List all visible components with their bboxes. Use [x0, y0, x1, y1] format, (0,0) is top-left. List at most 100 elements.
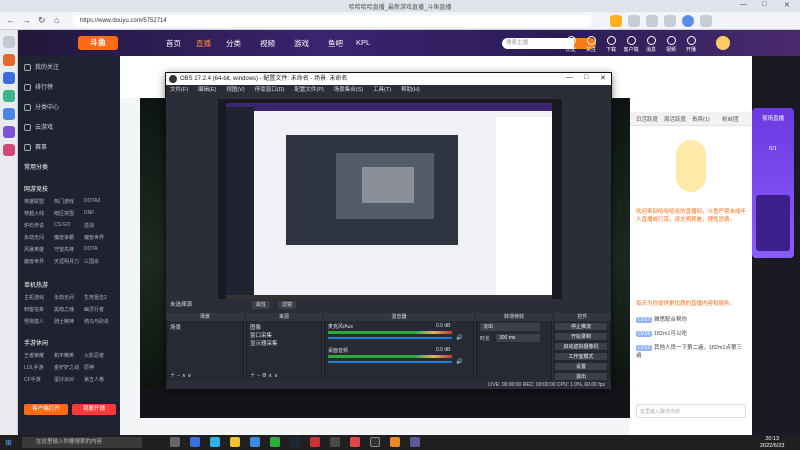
obs-maximize-button[interactable]: □	[584, 74, 588, 81]
category-link[interactable]: 生死狙击2	[84, 294, 114, 301]
browser-tab-title[interactable]: 哈哈哈哈直播_最新游戏直播_斗鱼直播	[0, 2, 800, 11]
category-link[interactable]: 骑士精神	[54, 318, 84, 325]
history-button[interactable]: 历史	[562, 36, 580, 53]
sidebar-office-icon[interactable]	[3, 108, 15, 120]
category-link[interactable]: 怪物猎人	[24, 318, 54, 325]
tab-weekly[interactable]: 周活跃度	[664, 115, 686, 123]
category-link[interactable]: 炉石传说	[24, 222, 54, 229]
store-icon[interactable]	[250, 437, 260, 447]
start-record-button[interactable]: 开始录制	[554, 332, 608, 341]
category-link[interactable]: DOTA2	[84, 198, 114, 205]
category-link[interactable]: DNF	[84, 210, 114, 217]
category-link[interactable]: DOTA	[84, 246, 114, 253]
category-link[interactable]: 金铲铲之战	[54, 364, 84, 371]
avatar[interactable]	[716, 36, 730, 50]
category-link[interactable]: 魔兽争霸	[54, 234, 84, 241]
edge-icon[interactable]	[210, 437, 220, 447]
obs-minimize-button[interactable]: —	[566, 74, 573, 81]
category-link[interactable]: 热门游戏	[54, 198, 84, 205]
menu-file[interactable]: 文件(F)	[170, 87, 188, 93]
virtual-camera-button[interactable]: 启动虚拟摄像机	[554, 342, 608, 351]
app-icon[interactable]	[330, 437, 340, 447]
exit-button[interactable]: 退出	[554, 372, 608, 381]
profile-icon[interactable]	[682, 15, 694, 27]
maximize-button[interactable]: □	[762, 1, 766, 8]
category-link[interactable]: 三国杀	[84, 258, 114, 265]
menu-docks[interactable]: 停靠窗口(D)	[255, 87, 285, 93]
category-link[interactable]: 守望先锋	[54, 246, 84, 253]
sidebar-item-follow[interactable]: 我的关注	[24, 62, 59, 71]
tab-daily[interactable]: 日活跃度	[636, 115, 658, 123]
refresh-icon[interactable]: ↻	[38, 15, 46, 26]
category-link[interactable]: 幽灵行者	[84, 306, 114, 313]
sidebar-item-rank[interactable]: 排行榜	[24, 82, 53, 91]
filters-button[interactable]: 滤镜	[278, 301, 297, 309]
mixer-volume-slider[interactable]	[328, 337, 452, 339]
back-icon[interactable]: ←	[6, 15, 15, 25]
client-button[interactable]: 客户端	[622, 36, 640, 53]
category-link[interactable]: 原神	[84, 364, 114, 371]
sidebar-search-icon[interactable]	[3, 36, 15, 48]
sidebar-item-cloudgame[interactable]: 云游戏	[24, 122, 53, 131]
follow-button[interactable]: 关注	[582, 36, 600, 53]
sidebar-add-icon[interactable]	[3, 144, 15, 156]
collections-icon[interactable]	[646, 15, 658, 27]
category-link[interactable]: 火影忍者	[84, 352, 114, 359]
start-live-button[interactable]: 我要开播	[72, 404, 116, 415]
category-link[interactable]: 风暴英雄	[24, 246, 54, 253]
studio-mode-button[interactable]: 工作室模式	[554, 352, 608, 361]
duration-input[interactable]: 300 ms	[496, 334, 540, 342]
nav-home[interactable]: 首页	[166, 38, 181, 49]
nav-yuba[interactable]: 鱼吧	[328, 38, 343, 49]
category-link[interactable]: 逆战	[84, 222, 114, 229]
scene-item[interactable]: 场景	[170, 323, 181, 331]
app-icon[interactable]	[410, 437, 420, 447]
sidebar-shopping-icon[interactable]	[3, 54, 15, 66]
category-link[interactable]: 魔兽世界	[24, 258, 54, 265]
favorites-icon[interactable]	[628, 15, 640, 27]
speaker-icon[interactable]: 🔊	[456, 359, 463, 365]
nav-category[interactable]: 分类	[226, 38, 241, 49]
video-button[interactable]: 视频	[662, 36, 680, 53]
category-link[interactable]: 主机游戏	[24, 294, 54, 301]
sidebar-outlook-icon[interactable]	[3, 126, 15, 138]
source-controls[interactable]: ＋ − ⚙ ∧ ∨	[250, 371, 278, 379]
golive-button[interactable]: 开播	[682, 36, 700, 53]
menu-edit[interactable]: 编辑(E)	[198, 87, 216, 93]
explorer-icon[interactable]	[230, 437, 240, 447]
nav-kpl[interactable]: KPL	[356, 38, 370, 47]
category-link[interactable]: LOL手游	[24, 364, 54, 371]
sidebar-tools-icon[interactable]	[3, 72, 15, 84]
properties-button[interactable]: 属性	[252, 301, 271, 309]
menu-icon[interactable]	[700, 15, 712, 27]
app-icon[interactable]	[390, 437, 400, 447]
category-link[interactable]: 天涯明月刀	[54, 258, 84, 265]
category-link[interactable]: 王者荣耀	[24, 352, 54, 359]
category-link[interactable]: 永劫无间	[54, 294, 84, 301]
stop-stream-button[interactable]: 停止推流	[554, 322, 608, 331]
url-input[interactable]: https://www.douyu.com/5752714	[72, 15, 592, 27]
sidebar-games-icon[interactable]	[3, 90, 15, 102]
source-item[interactable]: 显示器采集	[250, 339, 278, 347]
category-link[interactable]: 和平精英	[54, 352, 84, 359]
taskview-icon[interactable]	[170, 437, 180, 447]
mixer-volume-slider[interactable]	[328, 361, 452, 363]
steam-icon[interactable]	[290, 437, 300, 447]
category-link[interactable]: CF手游	[24, 376, 54, 383]
obs-close-button[interactable]: ✕	[600, 74, 606, 82]
nav-video[interactable]: 视频	[260, 38, 275, 49]
obs-app-icon[interactable]	[370, 437, 380, 447]
category-link[interactable]: 骑马与砍杀	[84, 318, 114, 325]
source-item[interactable]: 图像	[250, 323, 261, 331]
category-link[interactable]: 永劫无间	[24, 234, 54, 241]
nav-live[interactable]: 直播	[196, 38, 211, 49]
transition-select[interactable]: 淡出	[480, 323, 540, 331]
menu-profile[interactable]: 配置文件(P)	[294, 87, 323, 93]
windows-start-icon[interactable]: ⊞	[5, 438, 12, 447]
category-link[interactable]: 穿越火线	[24, 210, 54, 217]
obs-titlebar[interactable]: OBS 27.2.4 (64-bit, windows) - 配置文件: 未命名…	[166, 73, 611, 85]
category-link[interactable]: 英雄联盟	[24, 198, 54, 205]
douyu-logo[interactable]: 斗鱼	[78, 36, 118, 50]
category-link[interactable]: 第五人格	[84, 376, 114, 383]
speaker-icon[interactable]: 🔊	[456, 335, 463, 341]
